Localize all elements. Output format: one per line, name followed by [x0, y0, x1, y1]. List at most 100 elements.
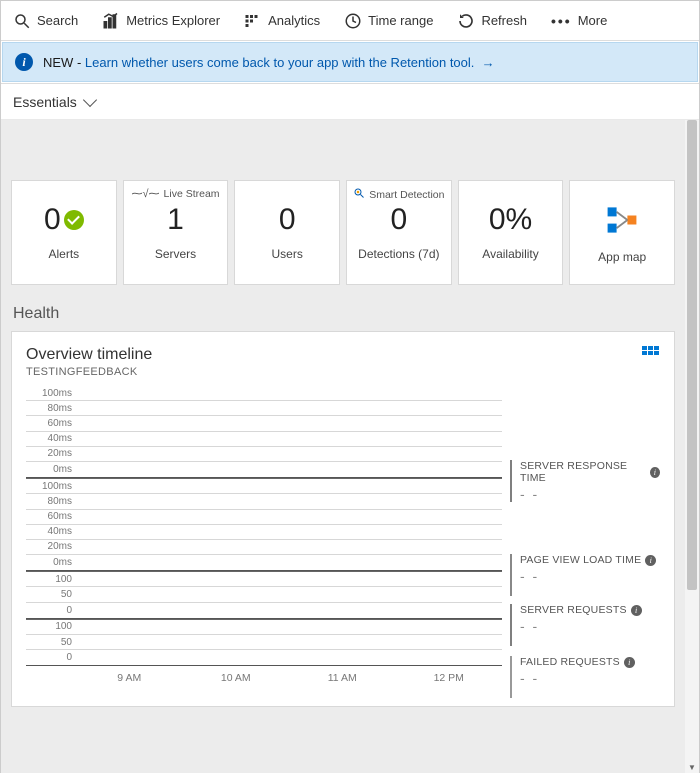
legend-name: SERVER RESPONSE TIME	[520, 460, 646, 484]
refresh-label: Refresh	[481, 13, 527, 28]
xlabel: 10 AM	[183, 672, 290, 684]
banner-link[interactable]: Learn whether users come back to your ap…	[85, 55, 475, 70]
xlabel: 11 AM	[289, 672, 396, 684]
users-label: Users	[272, 247, 303, 261]
alerts-value: 0	[44, 205, 61, 235]
ylabel: 50	[26, 589, 76, 600]
ylabel: 100	[26, 621, 76, 632]
legend-value: - -	[520, 568, 660, 584]
pin-to-dashboard-icon[interactable]	[642, 346, 660, 365]
time-range-button[interactable]: Time range	[332, 1, 445, 40]
ylabel: 0ms	[26, 464, 76, 475]
ylabel: 100	[26, 574, 76, 585]
availability-value: 0%	[489, 205, 532, 235]
ylabel: 60ms	[26, 511, 76, 522]
legend-page-view-load-time: PAGE VIEW LOAD TIMEi - -	[510, 554, 660, 596]
servers-value: 1	[167, 205, 184, 235]
ylabel: 80ms	[26, 496, 76, 507]
legend-name: SERVER REQUESTS	[520, 604, 627, 616]
users-value: 0	[279, 205, 296, 235]
analytics-label: Analytics	[268, 13, 320, 28]
toolbar: Search Metrics Explorer Analytics Time r…	[1, 1, 699, 41]
time-axis: 9 AM 10 AM 11 AM 12 PM	[26, 672, 502, 684]
ylabel: 80ms	[26, 403, 76, 414]
info-icon[interactable]: i	[645, 555, 656, 566]
ylabel: 40ms	[26, 526, 76, 537]
servers-label: Servers	[155, 247, 196, 261]
legend-value: - -	[520, 486, 660, 502]
time-range-label: Time range	[368, 13, 433, 28]
legend-failed-requests: FAILED REQUESTS i - -	[510, 656, 660, 698]
users-tile[interactable]: 0 Users	[234, 180, 340, 285]
banner-prefix: NEW -	[43, 55, 85, 70]
info-icon: i	[15, 53, 33, 71]
overview-timeline-card[interactable]: Overview timeline TESTINGFEEDBACK 100ms …	[11, 331, 675, 707]
alerts-label: Alerts	[48, 247, 79, 261]
search-label: Search	[37, 13, 78, 28]
chart-failed-requests: 100 50 0	[26, 619, 502, 667]
essentials-toggle[interactable]: Essentials	[1, 84, 699, 120]
chart-page-view-load-time: 100ms 80ms 60ms 40ms 20ms 0ms	[26, 478, 502, 571]
info-icon[interactable]: i	[631, 605, 642, 616]
search-icon	[13, 12, 31, 30]
ylabel: 60ms	[26, 418, 76, 429]
legend-server-response-time: SERVER RESPONSE TIME i - -	[510, 460, 660, 502]
smart-detection-icon	[353, 187, 365, 202]
more-icon: •••	[551, 13, 572, 29]
legend-value: - -	[520, 618, 660, 634]
more-label: More	[578, 13, 608, 28]
xlabel: 12 PM	[396, 672, 503, 684]
ylabel: 20ms	[26, 448, 76, 459]
alerts-tile[interactable]: 0 Alerts	[11, 180, 117, 285]
refresh-button[interactable]: Refresh	[445, 1, 539, 40]
legend-name: FAILED REQUESTS	[520, 656, 620, 668]
metrics-label: Metrics Explorer	[126, 13, 220, 28]
servers-top: Live Stream	[164, 188, 220, 200]
card-title: Overview timeline	[26, 346, 152, 364]
app-map-icon	[604, 202, 640, 238]
vertical-scrollbar[interactable]: ▲ ▼	[685, 120, 699, 773]
legend-server-requests: SERVER REQUESTS i - -	[510, 604, 660, 646]
detections-tile[interactable]: Smart Detection 0 Detections (7d)	[346, 180, 452, 285]
content-area: 0 Alerts ⁓√⁓Live Stream 1 Servers 0 User…	[1, 120, 685, 773]
detections-label: Detections (7d)	[358, 247, 439, 261]
arrow-icon: →	[478, 55, 495, 70]
tile-row: 0 Alerts ⁓√⁓Live Stream 1 Servers 0 User…	[11, 180, 675, 285]
ylabel: 0	[26, 652, 76, 663]
ylabel: 0ms	[26, 557, 76, 568]
chart-server-requests: 100 50 0	[26, 571, 502, 619]
scroll-down-arrow-icon[interactable]: ▼	[687, 761, 697, 773]
scrollbar-thumb[interactable]	[687, 120, 697, 590]
analytics-button[interactable]: Analytics	[232, 1, 332, 40]
availability-label: Availability	[482, 247, 538, 261]
ylabel: 100ms	[26, 388, 76, 399]
app-map-label: App map	[598, 250, 646, 264]
search-button[interactable]: Search	[1, 1, 90, 40]
ylabel: 20ms	[26, 541, 76, 552]
more-button[interactable]: ••• More	[539, 1, 619, 40]
legend-column: SERVER RESPONSE TIME i - - PAGE VIEW LOAD…	[510, 386, 660, 698]
chart-server-response-time: 100ms 80ms 60ms 40ms 20ms 0ms	[26, 386, 502, 478]
metrics-explorer-button[interactable]: Metrics Explorer	[90, 1, 232, 40]
metrics-icon	[102, 12, 120, 30]
detections-top: Smart Detection	[369, 189, 444, 201]
availability-tile[interactable]: 0% Availability	[458, 180, 564, 285]
legend-value: - -	[520, 670, 660, 686]
xlabel: 9 AM	[76, 672, 183, 684]
servers-tile[interactable]: ⁓√⁓Live Stream 1 Servers	[123, 180, 229, 285]
info-icon[interactable]: i	[650, 467, 660, 478]
essentials-label: Essentials	[13, 94, 77, 110]
info-banner: i NEW - Learn whether users come back to…	[2, 42, 698, 82]
info-icon[interactable]: i	[624, 657, 635, 668]
chart-canvas: 100ms 80ms 60ms 40ms 20ms 0ms 100ms 80ms…	[26, 386, 502, 698]
clock-icon	[344, 12, 362, 30]
card-subtitle: TESTINGFEEDBACK	[26, 366, 152, 378]
banner-container: i NEW - Learn whether users come back to…	[1, 42, 699, 84]
banner-text: NEW - Learn whether users come back to y…	[43, 55, 495, 70]
chevron-down-icon	[83, 92, 97, 106]
ylabel: 40ms	[26, 433, 76, 444]
ok-badge-icon	[64, 210, 84, 230]
ylabel: 0	[26, 605, 76, 616]
refresh-icon	[457, 12, 475, 30]
app-map-tile[interactable]: App map	[569, 180, 675, 285]
